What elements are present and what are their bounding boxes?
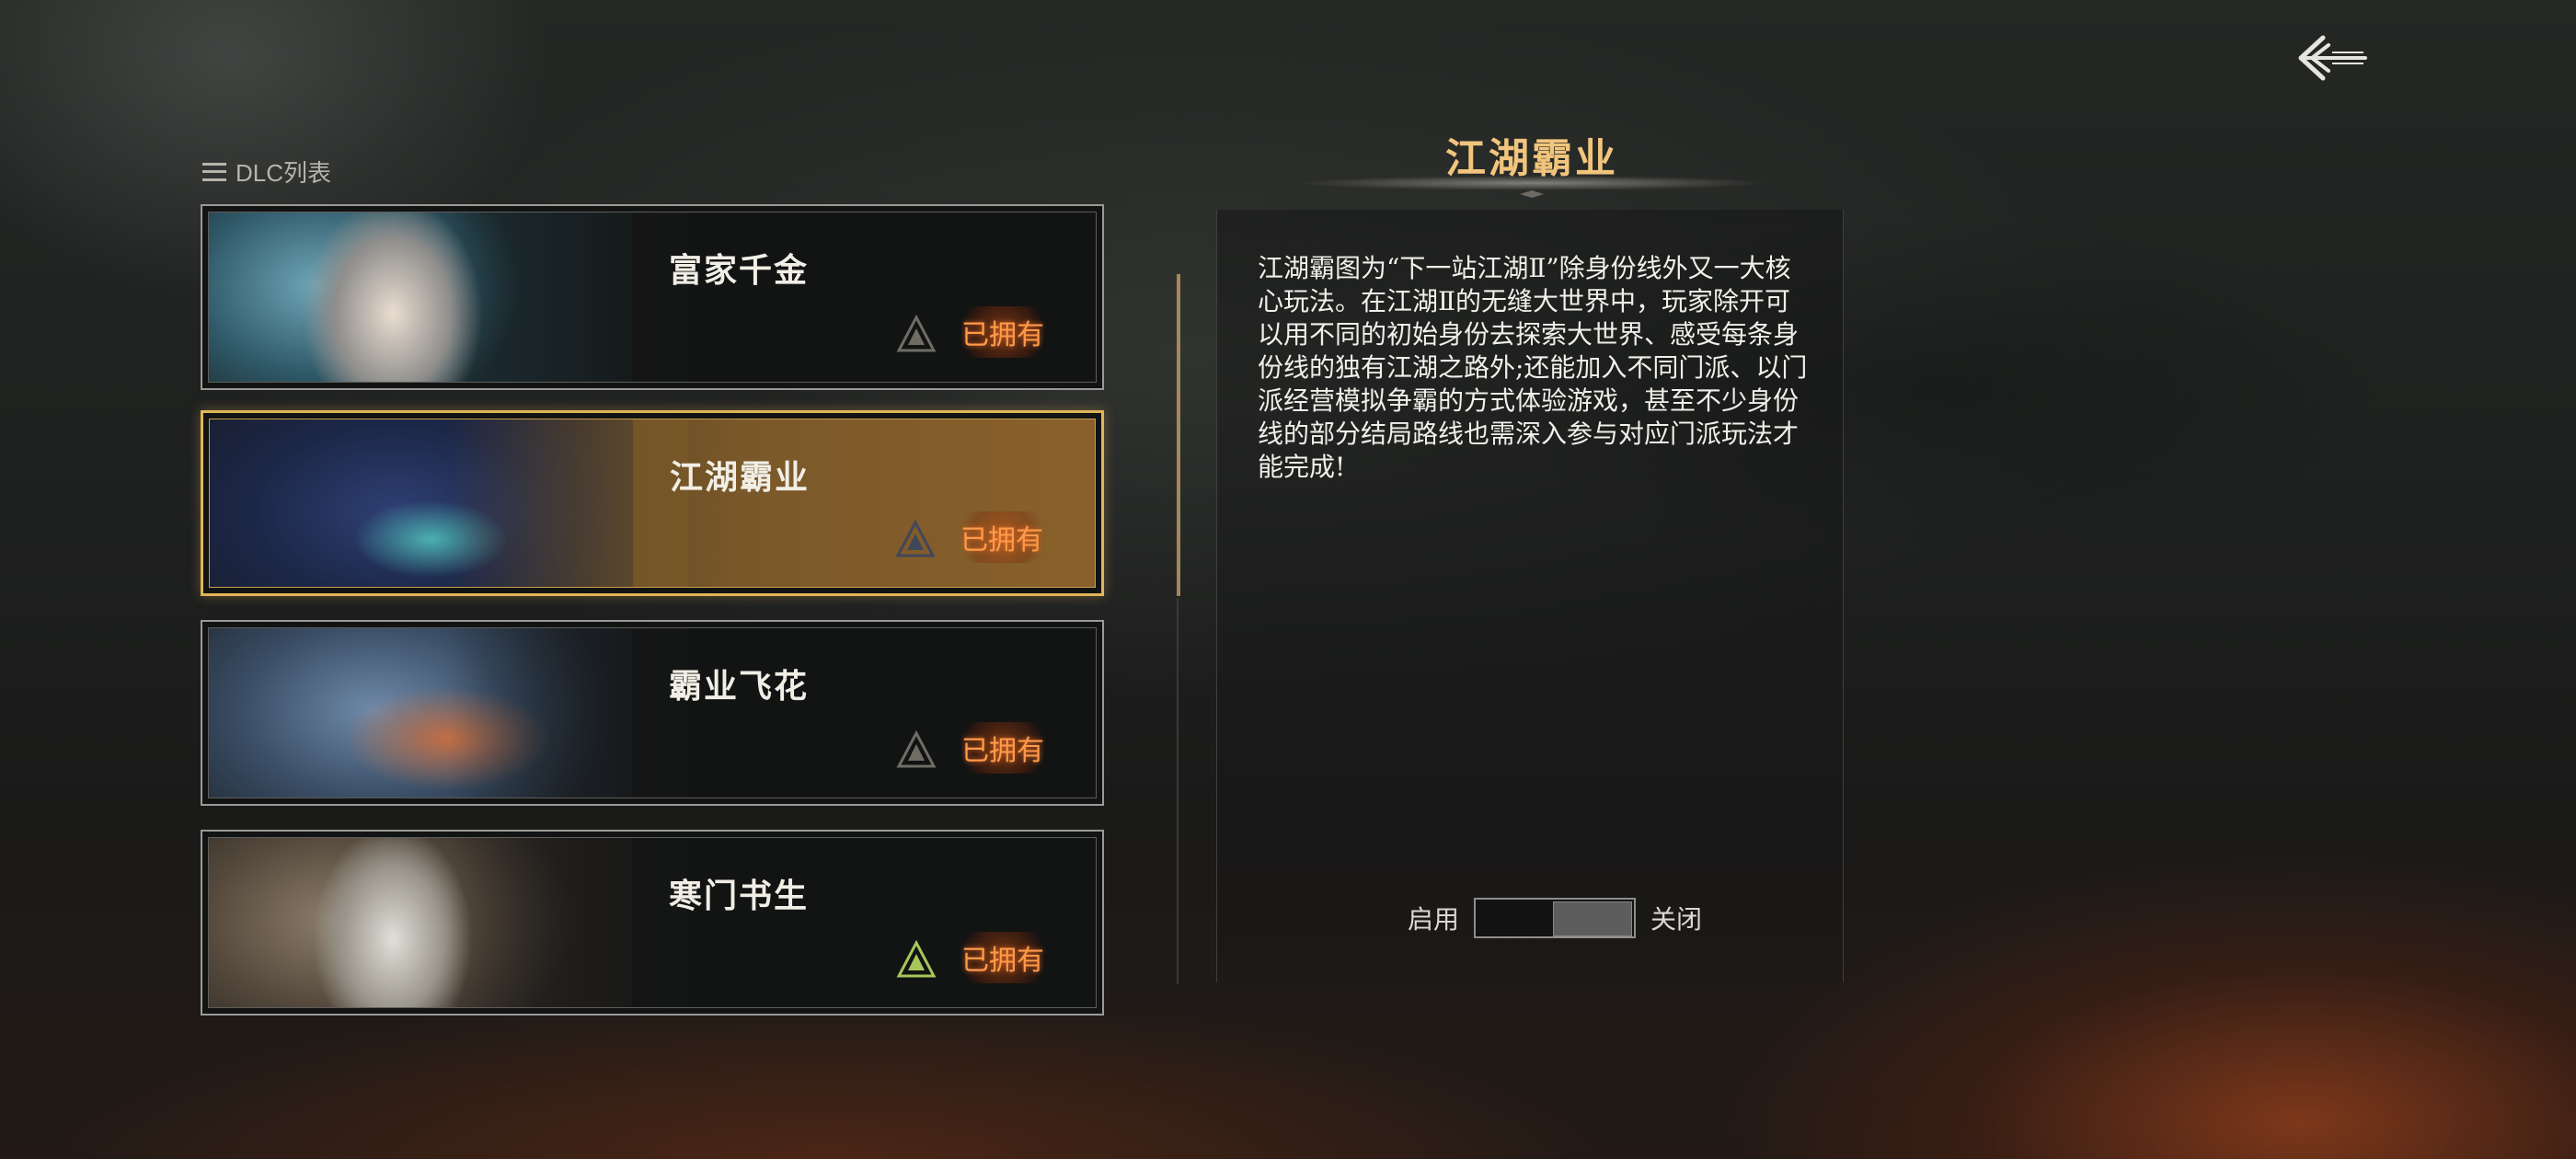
dlc-list-title: DLC列表	[236, 159, 332, 187]
dlc-card-title: 富家千金	[669, 251, 810, 290]
owned-badge: 已拥有	[952, 932, 1053, 983]
dlc-card-hanmen[interactable]: 寒门书生 已拥有	[201, 830, 1104, 1016]
dlc-card-fujia[interactable]: 富家千金 已拥有	[201, 204, 1104, 390]
enable-toggle[interactable]	[1474, 898, 1637, 938]
list-scrollbar[interactable]	[1177, 274, 1180, 596]
dlc-card-title: 霸业飞花	[669, 667, 810, 706]
toggle-on-label: 启用	[1408, 904, 1460, 935]
owned-badge: 已拥有	[952, 306, 1053, 358]
back-button[interactable]	[2291, 26, 2374, 90]
enable-toggle-row: 启用 关闭	[1408, 898, 1702, 938]
list-scroll-track	[1177, 598, 1179, 984]
owned-badge: 已拥有	[952, 722, 1053, 774]
dlc-card-title: 寒门书生	[669, 877, 810, 915]
faction-emblem-icon	[895, 519, 936, 557]
faction-emblem-icon	[896, 939, 937, 978]
owned-badge: 已拥有	[951, 511, 1052, 563]
title-ornament-icon	[1520, 190, 1544, 198]
dlc-card-jianghu[interactable]: 江湖霸业 已拥有	[201, 410, 1104, 596]
faction-emblem-icon	[896, 314, 937, 352]
dlc-card-bayefeihua[interactable]: 霸业飞花 已拥有	[201, 620, 1104, 806]
list-menu-icon	[202, 162, 226, 181]
toggle-knob	[1553, 901, 1633, 936]
detail-description: 江湖霸图为“下一站江湖Ⅱ”除身份线外又一大核心玩法。在江湖Ⅱ的无缝大世界中，玩家…	[1258, 253, 1808, 482]
dlc-list-header: DLC列表	[202, 155, 331, 189]
dlc-card-title: 江湖霸业	[670, 458, 811, 497]
faction-emblem-icon	[896, 729, 937, 768]
toggle-off-label: 关闭	[1650, 904, 1703, 935]
back-arrow-icon	[2298, 35, 2367, 81]
